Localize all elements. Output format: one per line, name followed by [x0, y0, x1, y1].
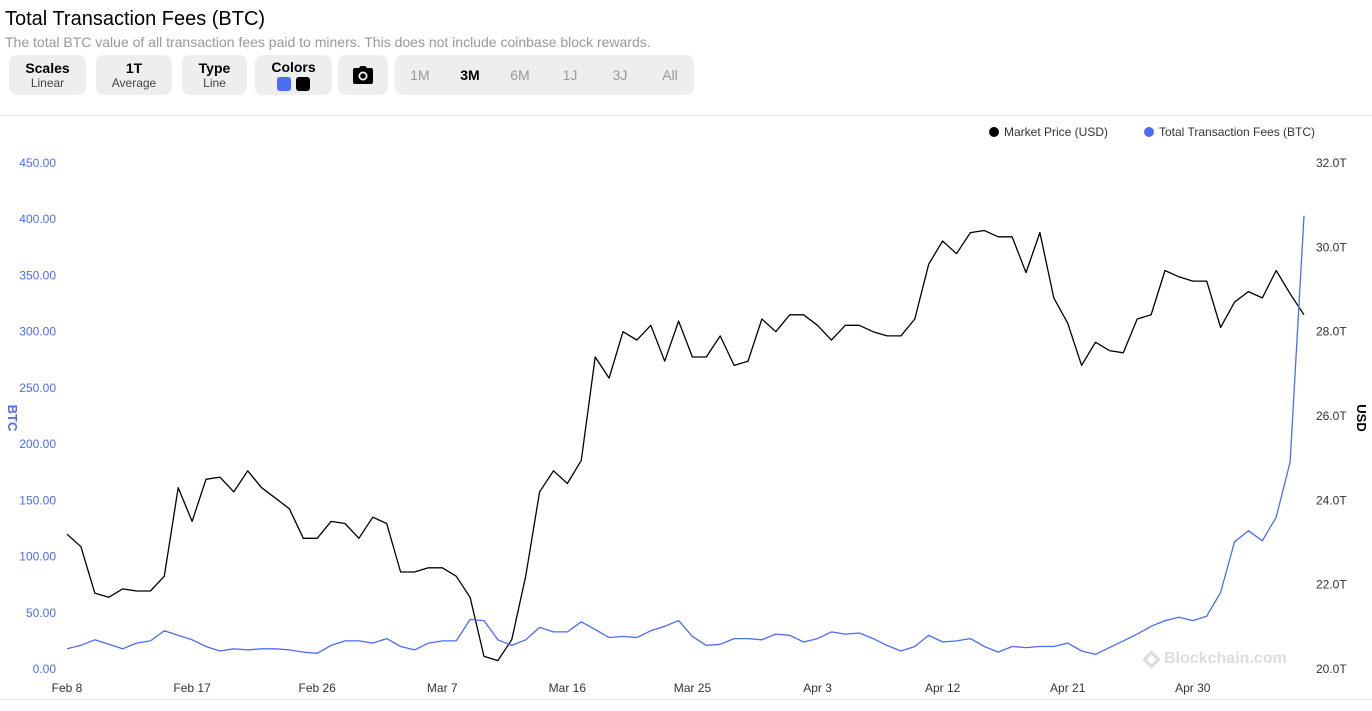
x-tick-label: Mar 7 [427, 681, 458, 695]
type-value: Line [203, 76, 226, 90]
y-left-tick-label: 100.00 [19, 550, 56, 564]
chart-plot: 0.00 50.00 100.00 150.00 200.00 250.00 300.00 3… [5, 156, 1369, 695]
camera-icon [353, 66, 373, 84]
y-left-tick-label: 250.00 [19, 381, 56, 395]
scales-button[interactable]: Scales Linear [9, 55, 86, 95]
y-left-tick-label: 400.00 [19, 212, 56, 226]
x-tick-label: Mar 25 [674, 681, 712, 695]
y-left-tick-label: 200.00 [19, 437, 56, 451]
x-tick-label: Feb 8 [52, 681, 83, 695]
camera-button[interactable] [338, 55, 388, 95]
blockchain-watermark: Blockchain.com [1142, 649, 1287, 669]
scales-label: Scales [25, 60, 70, 76]
time-range-group: 1M 3M 6M 1J 3J All [395, 55, 694, 95]
y-left-tick-label: 50.00 [26, 606, 56, 620]
y-left-tick-label: 350.00 [19, 268, 56, 282]
watermark-text: Blockchain.com [1164, 650, 1287, 667]
y-right-tick-label: 26.0T [1316, 409, 1347, 423]
y-left-axis-title: BTC [5, 405, 20, 432]
x-tick-label: Feb 17 [173, 681, 211, 695]
type-label: Type [198, 60, 231, 76]
color-swatches [277, 77, 310, 91]
x-tick-label: Apr 12 [925, 681, 961, 695]
y-right-tick-label: 32.0T [1316, 156, 1347, 170]
y-right-axis-title: USD [1354, 404, 1369, 431]
y-right-tick-label: 30.0T [1316, 240, 1347, 254]
scales-value: Linear [30, 76, 65, 90]
range-3m[interactable]: 3M [450, 67, 490, 83]
range-1m[interactable]: 1M [400, 67, 440, 83]
secondary-color-swatch[interactable] [296, 77, 310, 91]
x-tick-label: Apr 30 [1175, 681, 1211, 695]
y-right-tick-label: 22.0T [1316, 578, 1347, 592]
y-left-tick-label: 150.00 [19, 493, 56, 507]
price-series-line [66, 229, 1305, 662]
average-button[interactable]: 1T Average [96, 55, 172, 95]
x-tick-label: Apr 3 [803, 681, 832, 695]
range-all[interactable]: All [650, 67, 690, 83]
x-tick-label: Mar 16 [549, 681, 587, 695]
average-value: Average [111, 76, 157, 90]
x-tick-label: Feb 26 [299, 681, 337, 695]
range-1j[interactable]: 1J [550, 67, 590, 83]
colors-button[interactable]: Colors [255, 55, 332, 95]
primary-color-swatch[interactable] [277, 77, 291, 91]
y-right-tick-label: 20.0T [1316, 662, 1347, 676]
y-left-tick-label: 450.00 [19, 156, 56, 170]
blockchain-logo-icon [1142, 649, 1161, 669]
type-button[interactable]: Type Line [182, 55, 247, 95]
y-right-tick-label: 28.0T [1316, 325, 1347, 339]
fees-series-line [66, 215, 1305, 656]
y-left-tick-label: 0.00 [33, 662, 57, 676]
range-3j[interactable]: 3J [600, 67, 640, 83]
range-6m[interactable]: 6M [500, 67, 540, 83]
page-subtitle: The total BTC value of all transaction f… [5, 34, 651, 50]
y-right-tick-label: 24.0T [1316, 493, 1347, 507]
x-tick-label: Apr 21 [1050, 681, 1086, 695]
chart-bottom-divider [0, 699, 1372, 700]
colors-label: Colors [271, 59, 316, 75]
average-label: 1T [125, 60, 143, 76]
y-left-tick-label: 300.00 [19, 325, 56, 339]
page-title: Total Transaction Fees (BTC) [5, 8, 266, 30]
